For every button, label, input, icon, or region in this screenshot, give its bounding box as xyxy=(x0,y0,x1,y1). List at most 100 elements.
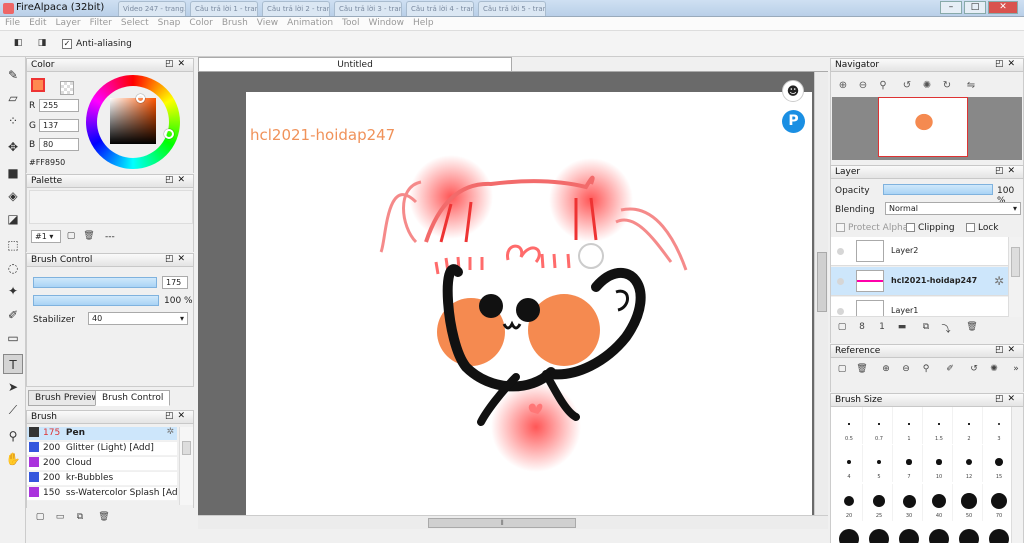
new-8bit-layer-icon[interactable]: 8 xyxy=(856,322,868,334)
menu-snap[interactable]: Snap xyxy=(153,17,185,28)
sv-picker-handle[interactable] xyxy=(136,94,145,103)
new-brush-icon[interactable]: ▢ xyxy=(34,512,46,524)
horizontal-scroll-thumb[interactable]: ⦀ xyxy=(428,518,576,528)
reference-more-icon[interactable]: » xyxy=(1010,364,1022,376)
panel-controls-icon[interactable]: ◰✕ xyxy=(165,175,189,185)
panel-controls-icon[interactable]: ◰✕ xyxy=(995,345,1019,355)
eraser-tool-icon[interactable]: ▱ xyxy=(3,88,23,108)
layer-row[interactable]: Layer1 xyxy=(831,297,1008,317)
brush-size-slider[interactable] xyxy=(33,277,157,288)
layer-opacity-slider[interactable] xyxy=(883,184,993,195)
reference-delete-icon[interactable]: 🗑 xyxy=(856,364,868,376)
browser-tab[interactable]: Video 247 - trang... xyxy=(118,1,186,16)
visibility-icon[interactable] xyxy=(837,278,844,285)
menu-file[interactable]: File xyxy=(0,17,24,28)
lasso-tool-icon[interactable]: ◌ xyxy=(3,258,23,278)
bucket-tool-icon[interactable]: ◈ xyxy=(3,186,23,206)
brush-item[interactable]: 200 Cloud xyxy=(27,457,177,471)
zoom-out-icon[interactable]: ⊖ xyxy=(856,80,870,94)
panel-controls-icon[interactable]: ◰✕ xyxy=(995,59,1019,69)
menu-view[interactable]: View xyxy=(252,17,282,28)
browser-tab[interactable]: Câu trả lời 4 - trang... xyxy=(406,1,474,16)
rotate-right-icon[interactable]: ↻ xyxy=(940,80,954,94)
vertical-scrollbar[interactable] xyxy=(814,72,828,515)
brush-size-cell[interactable]: 4 xyxy=(835,445,863,482)
anti-aliasing-checkbox[interactable]: ✓ xyxy=(62,39,72,49)
navigator-viewport[interactable] xyxy=(878,97,968,157)
brush-size-cell[interactable]: 12 xyxy=(955,445,983,482)
minimize-button[interactable]: – xyxy=(940,1,962,14)
duplicate-layer-icon[interactable]: ⧉ xyxy=(920,322,932,334)
maximize-button[interactable]: □ xyxy=(964,1,986,14)
palette-more[interactable]: --- xyxy=(105,232,115,242)
delete-palette-icon[interactable]: 🗑 xyxy=(83,231,95,243)
brush-size-cell[interactable]: 5 xyxy=(865,445,893,482)
visibility-icon[interactable] xyxy=(837,248,844,255)
operation-tool-icon[interactable]: ➤ xyxy=(3,377,23,397)
brush-size-cell[interactable]: 25 xyxy=(865,484,893,521)
menu-filter[interactable]: Filter xyxy=(85,17,116,28)
protect-alpha-checkbox[interactable] xyxy=(836,223,845,232)
browser-tab[interactable]: Câu trả lời 1 - trang... xyxy=(190,1,258,16)
reference-eyedropper-icon[interactable]: ✐ xyxy=(944,364,956,376)
move-tool-icon[interactable]: ✥ xyxy=(3,137,23,157)
delete-brush-icon[interactable]: 🗑 xyxy=(98,512,110,524)
primary-color-swatch[interactable] xyxy=(31,78,45,92)
brush-size-cell[interactable]: 10 xyxy=(925,445,953,482)
layer-settings-icon[interactable]: ✲ xyxy=(994,274,1004,288)
brush-size-cell[interactable]: 2 xyxy=(955,407,983,444)
panel-controls-icon[interactable]: ◰✕ xyxy=(165,254,189,264)
brush-size-grid[interactable]: 0.5 0.7 1 1.5 2 3 4 5 7 10 12 15 20 25 30 40 50 70 xyxy=(830,407,1024,543)
select-tool-icon[interactable]: ⬚ xyxy=(3,235,23,255)
horizontal-scrollbar[interactable]: ⦀ xyxy=(198,515,828,529)
brush-item[interactable]: 200 Glitter (Light) [Add] xyxy=(27,442,177,456)
brush-item[interactable]: 150 ss-Watercolor Splash [Add] xyxy=(27,487,177,501)
palette-selector[interactable]: #1 ▾ xyxy=(31,230,61,243)
panel-controls-icon[interactable]: ◰✕ xyxy=(995,166,1019,176)
brush-opacity-slider[interactable] xyxy=(33,295,159,306)
tab-brush-control[interactable]: Brush Control xyxy=(95,390,171,406)
visibility-icon[interactable] xyxy=(837,308,844,315)
rotate-reset-icon[interactable]: ✺ xyxy=(920,80,934,94)
r-value-input[interactable]: 255 xyxy=(39,99,79,112)
menu-brush[interactable]: Brush xyxy=(217,17,252,28)
reference-open-icon[interactable]: ▢ xyxy=(836,364,848,376)
browser-tab[interactable]: Câu trả lời 5 - trang... xyxy=(478,1,546,16)
text-tool-icon[interactable]: T xyxy=(3,354,23,374)
menu-animation[interactable]: Animation xyxy=(282,17,337,28)
brush-size-cell[interactable]: 7 xyxy=(895,445,923,482)
brush-size-cell[interactable]: 1.5 xyxy=(925,407,953,444)
brush-item[interactable]: 200 kr-Bubbles xyxy=(27,472,177,486)
new-layer-icon[interactable]: ▢ xyxy=(836,322,848,334)
brush-item-pen[interactable]: 175 Pen ✲ xyxy=(27,427,177,441)
menu-select[interactable]: Select xyxy=(116,17,153,28)
saturation-value-square[interactable] xyxy=(110,98,156,144)
prev-frame-icon[interactable]: ◧ xyxy=(12,38,24,50)
reference-rotate-icon[interactable]: ↺ xyxy=(968,364,980,376)
panel-controls-icon[interactable]: ◰✕ xyxy=(165,411,189,421)
reference-zoom-in-icon[interactable]: ⊕ xyxy=(880,364,892,376)
layer-list-scrollbar[interactable] xyxy=(1008,237,1022,317)
brush-settings-icon[interactable]: ✲ xyxy=(166,427,174,437)
b-value-input[interactable]: 80 xyxy=(39,138,79,151)
panel-controls-icon[interactable]: ◰✕ xyxy=(995,394,1019,404)
browser-tab[interactable]: Câu trả lời 2 - trang... xyxy=(262,1,330,16)
menu-help[interactable]: Help xyxy=(408,17,438,28)
hue-picker-handle[interactable] xyxy=(164,129,174,139)
layer-row[interactable]: Layer2 xyxy=(831,237,1008,266)
vertical-scroll-thumb[interactable] xyxy=(817,252,827,312)
reference-zoom-out-icon[interactable]: ⊖ xyxy=(900,364,912,376)
delete-layer-icon[interactable]: 🗑 xyxy=(966,322,978,334)
brush-list-scrollbar[interactable] xyxy=(179,427,193,505)
dot-tool-icon[interactable]: ⁘ xyxy=(3,111,23,131)
secondary-color-swatch[interactable] xyxy=(60,81,74,95)
select-pen-icon[interactable]: ✐ xyxy=(3,305,23,325)
reference-zoom-reset-icon[interactable]: ⚲ xyxy=(920,364,932,376)
menu-tool[interactable]: Tool xyxy=(337,17,363,28)
reference-rotate-reset-icon[interactable]: ✺ xyxy=(988,364,1000,376)
gradient-tool-icon[interactable]: ◪ xyxy=(3,209,23,229)
brush-size-cell[interactable]: 3 xyxy=(985,407,1013,444)
lock-checkbox[interactable] xyxy=(966,223,975,232)
menu-window[interactable]: Window xyxy=(364,17,409,28)
brush-size-cell[interactable]: 70 xyxy=(985,484,1013,521)
